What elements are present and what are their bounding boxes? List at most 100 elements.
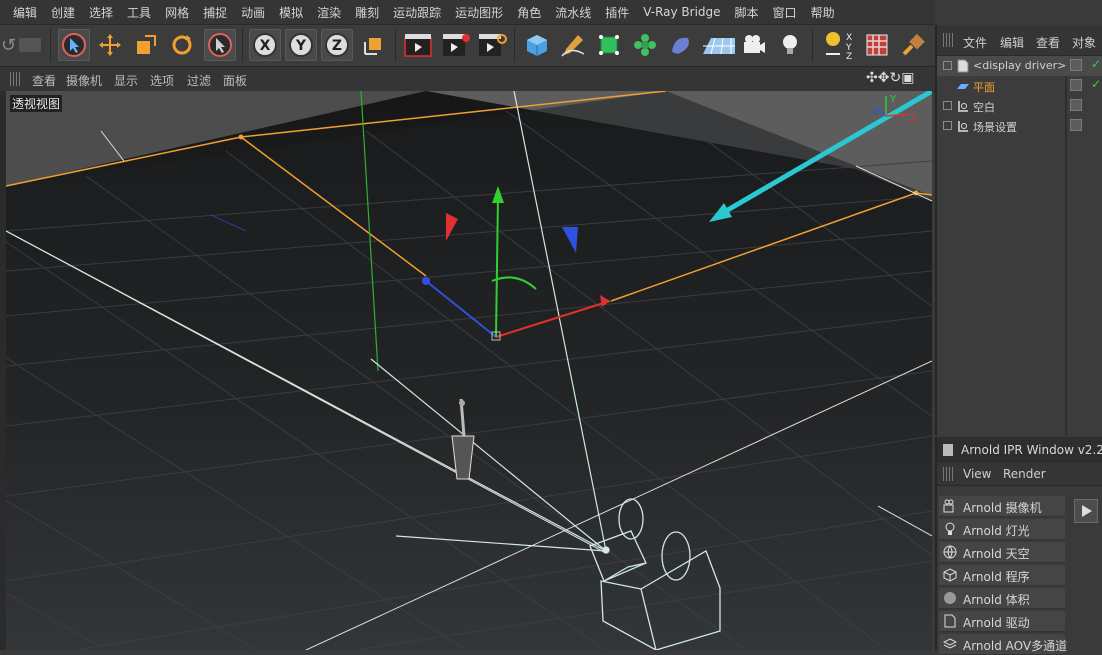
svg-text:↺: ↺ <box>3 35 16 56</box>
menu-select[interactable]: 选择 <box>82 4 120 21</box>
object-manager: 文件 编辑 查看 对象 <display driver> ✓ 平面 ✓ 空白 场… <box>935 25 1102 435</box>
menu-animate[interactable]: 动画 <box>234 4 272 21</box>
live-select-icon[interactable] <box>204 29 236 61</box>
om-menu-object[interactable]: 对象 <box>1072 34 1096 51</box>
menu-tools[interactable]: 工具 <box>120 4 158 21</box>
select-arrow-icon[interactable] <box>58 29 90 61</box>
arnold-panel: Arnold IPR Window v2.2.0 ( View Render A… <box>935 437 1102 655</box>
menu-simulate[interactable]: 模拟 <box>272 4 310 21</box>
svg-text:X: X <box>846 33 852 43</box>
grip-icon <box>943 467 953 481</box>
document-icon <box>957 59 969 73</box>
arnold-camera-button[interactable]: Arnold 摄像机 <box>939 496 1065 517</box>
menu-sculpt[interactable]: 雕刻 <box>348 4 386 21</box>
arnold-menu-render[interactable]: Render <box>1003 467 1046 481</box>
arnold-procedural-button[interactable]: Arnold 程序 <box>939 565 1065 586</box>
viewport-menu-options[interactable]: 选项 <box>150 72 174 89</box>
menu-help[interactable]: 帮助 <box>804 4 842 21</box>
cube-icon[interactable] <box>521 29 553 61</box>
play-button[interactable] <box>1074 499 1098 523</box>
rotate-icon[interactable] <box>166 29 198 61</box>
undo-icon[interactable]: ↺ <box>0 29 45 61</box>
viewport-menu-display[interactable]: 显示 <box>114 72 138 89</box>
render-view-icon[interactable] <box>402 29 434 61</box>
cloner-icon[interactable] <box>629 29 661 61</box>
menu-create[interactable]: 创建 <box>44 4 82 21</box>
visibility-tag-icon[interactable] <box>1070 119 1082 131</box>
brush-icon[interactable] <box>897 29 929 61</box>
menu-mesh[interactable]: 网格 <box>158 4 196 21</box>
object-name: 场景设置 <box>973 121 1017 134</box>
object-row-scene-settings[interactable]: 场景设置 <box>937 116 1102 136</box>
om-menu-edit[interactable]: 编辑 <box>1000 34 1024 51</box>
om-menu-view[interactable]: 查看 <box>1036 34 1060 51</box>
object-row-display-driver[interactable]: <display driver> ✓ <box>937 56 1102 76</box>
viewport-menu-view[interactable]: 查看 <box>32 72 56 89</box>
sphere-icon <box>944 592 956 604</box>
arnold-volume-button[interactable]: Arnold 体积 <box>939 588 1065 609</box>
render-picture-viewer-icon[interactable] <box>440 29 472 61</box>
svg-text:Y: Y <box>889 94 897 105</box>
arnold-driver-button[interactable]: Arnold 驱动 <box>939 611 1065 632</box>
menu-plugins[interactable]: 插件 <box>598 4 636 21</box>
arnold-menu-view[interactable]: View <box>963 467 991 481</box>
object-name: 空白 <box>973 101 995 114</box>
menu-pipeline[interactable]: 流水线 <box>548 4 598 21</box>
arnold-sky-button[interactable]: Arnold 天空 <box>939 542 1065 563</box>
menu-motion-tracker[interactable]: 运动跟踪 <box>386 4 448 21</box>
arnold-window-title: Arnold IPR Window v2.2.0 ( <box>961 443 1102 457</box>
expand-icon[interactable] <box>943 121 952 130</box>
svg-text:X: X <box>260 38 271 54</box>
arnold-ipr-title-bar: Arnold IPR Window v2.2.0 ( <box>937 437 1102 463</box>
svg-text:Z: Z <box>332 38 342 54</box>
visibility-tag-icon[interactable] <box>1070 99 1082 111</box>
deformer-icon[interactable] <box>665 29 697 61</box>
pen-icon[interactable] <box>557 29 589 61</box>
move-icon[interactable] <box>94 29 126 61</box>
expand-icon[interactable] <box>943 61 952 70</box>
floor-icon[interactable] <box>700 29 738 61</box>
light-bulb-icon <box>945 522 955 535</box>
visibility-tag-icon[interactable] <box>1070 59 1082 71</box>
menu-vray-bridge[interactable]: V-Ray Bridge <box>636 5 727 19</box>
texture-icon[interactable] <box>861 29 893 61</box>
menu-snap[interactable]: 捕捉 <box>196 4 234 21</box>
object-name: <display driver> <box>973 59 1067 72</box>
y-axis-lock-icon[interactable]: Y <box>285 29 317 61</box>
perspective-viewport[interactable]: Y X Z 透视视图 <box>6 91 932 650</box>
light-icon[interactable] <box>774 29 806 61</box>
menu-script[interactable]: 脚本 <box>728 4 766 21</box>
viewport-menu-camera[interactable]: 摄像机 <box>66 72 102 89</box>
om-menu-file[interactable]: 文件 <box>963 34 987 51</box>
menu-window[interactable]: 窗口 <box>766 4 804 21</box>
object-name: 平面 <box>973 81 995 94</box>
menu-character[interactable]: 角色 <box>510 4 548 21</box>
coordinate-system-icon[interactable] <box>358 29 390 61</box>
object-row-plane[interactable]: 平面 ✓ <box>937 76 1102 96</box>
cube-icon <box>943 568 957 582</box>
svg-text:Y: Y <box>295 38 307 54</box>
axis-xyz-icon[interactable]: XYZ <box>823 29 855 61</box>
visibility-tag-icon[interactable] <box>1070 79 1082 91</box>
viewport-nav-icons[interactable]: ✣✥↻▣ <box>866 70 914 86</box>
scale-icon[interactable] <box>130 29 162 61</box>
menu-mograph[interactable]: 运动图形 <box>448 4 510 21</box>
window-icon <box>943 444 953 456</box>
viewport-scene: Y X Z <box>6 91 932 650</box>
expand-icon[interactable] <box>943 101 952 110</box>
z-axis-lock-icon[interactable]: Z <box>321 29 353 61</box>
camera-icon[interactable] <box>738 29 770 61</box>
arnold-menu-bar: View Render <box>937 463 1102 486</box>
object-row-null[interactable]: 空白 <box>937 96 1102 116</box>
viewport-menu-filter[interactable]: 过滤 <box>187 72 211 89</box>
render-settings-icon[interactable] <box>476 29 508 61</box>
subdivision-icon[interactable] <box>593 29 625 61</box>
menu-bar: 编辑 创建 选择 工具 网格 捕捉 动画 模拟 渲染 雕刻 运动跟踪 运动图形 … <box>0 0 935 25</box>
x-axis-lock-icon[interactable]: X <box>249 29 281 61</box>
viewport-menu-panel[interactable]: 面板 <box>223 72 247 89</box>
arnold-light-button[interactable]: Arnold 灯光 <box>939 519 1065 540</box>
menu-edit[interactable]: 编辑 <box>6 4 44 21</box>
menu-render[interactable]: 渲染 <box>310 4 348 21</box>
arnold-aov-button[interactable]: Arnold AOV多通道 <box>939 634 1067 655</box>
play-icon <box>1082 505 1092 517</box>
